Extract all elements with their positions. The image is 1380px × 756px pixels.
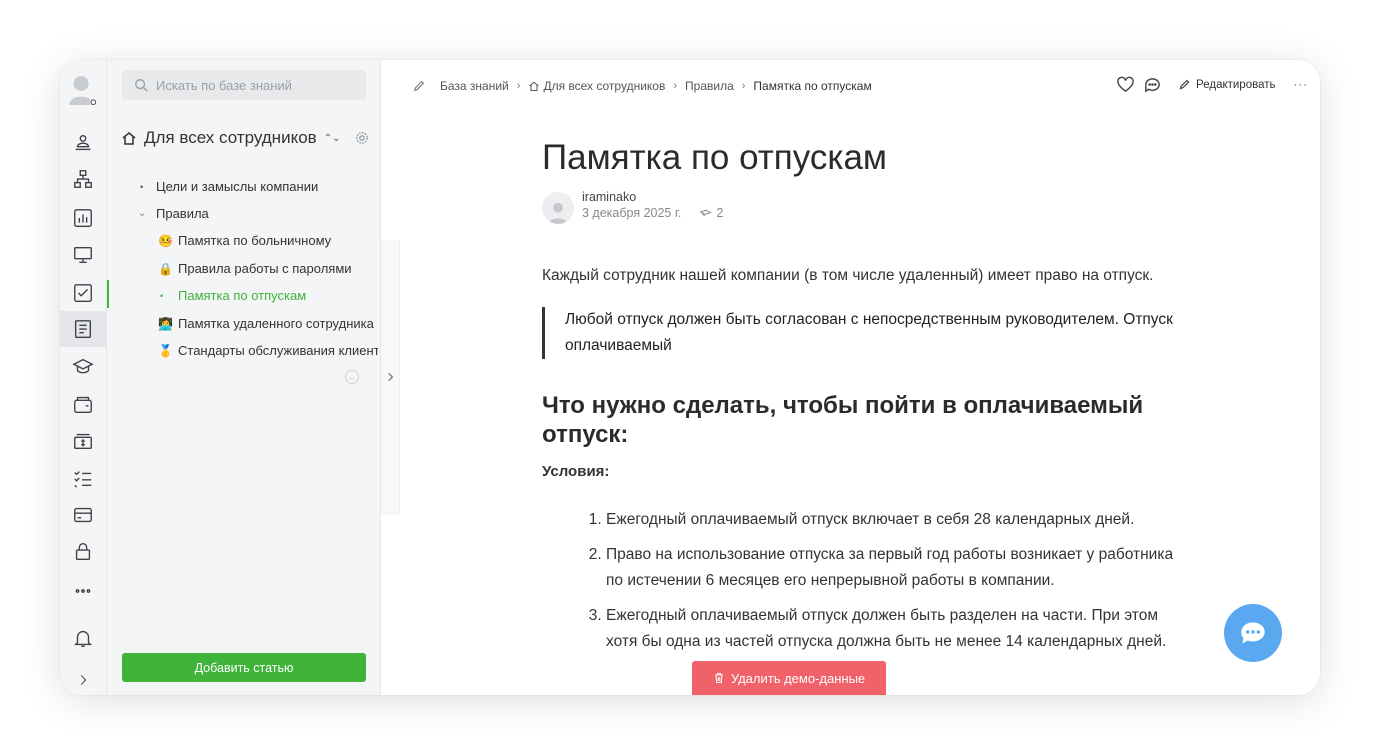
bullet-icon: • — [140, 181, 144, 192]
home-icon — [529, 81, 540, 91]
bullet-icon: • — [160, 290, 164, 301]
add-article-button[interactable]: Добавить статью — [122, 653, 366, 682]
article-title: Памятка по отпускам — [542, 138, 887, 177]
knowledge-sidebar: Искать по базе знаний Для всех сотрудник… — [107, 60, 381, 695]
article-date: 3 декабря 2025 г. — [582, 206, 682, 220]
breadcrumb-separator: › — [673, 80, 678, 92]
salary-icon[interactable] — [69, 427, 97, 455]
tree-item-sick-leave[interactable]: 🤒 Памятка по больничному — [158, 233, 331, 248]
space-selector[interactable]: Для всех сотрудников ⌃⌄ — [121, 128, 340, 148]
article-body: Каждый сотрудник нашей компании (в том ч… — [542, 263, 1182, 664]
breadcrumb-rules[interactable]: Правила — [685, 79, 734, 93]
tree-item-standards[interactable]: 🥇 Стандарты обслуживания клиент — [158, 343, 378, 358]
trash-icon — [715, 672, 723, 684]
org-structure-icon[interactable] — [69, 165, 97, 193]
delete-demo-data-button[interactable]: Удалить демо-данные — [692, 661, 886, 695]
views-icon — [699, 209, 712, 216]
tree-item-goals[interactable]: • Цели и замыслы компании — [140, 179, 318, 194]
breadcrumb-separator: › — [741, 80, 746, 92]
author-avatar[interactable] — [542, 192, 574, 224]
analytics-icon[interactable] — [69, 204, 97, 232]
more-dots-icon[interactable] — [69, 577, 97, 605]
article-heading: Что нужно сделать, чтобы пойти в оплачив… — [542, 392, 1144, 448]
edit-pencil-icon — [1179, 79, 1190, 90]
conditions-list: Ежегодный оплачиваемый отпуск включает в… — [542, 507, 1182, 655]
more-menu-icon[interactable]: ··· — [1294, 79, 1309, 91]
remote-worker-icon: 👩‍💻 — [158, 316, 173, 331]
list-item: Ежегодный оплачиваемый отпуск включает в… — [606, 507, 1182, 533]
padlock-icon: 🔒 — [158, 261, 173, 276]
chat-widget-button[interactable] — [1224, 604, 1282, 662]
education-icon[interactable] — [69, 353, 97, 381]
space-title: Для всех сотрудников — [144, 128, 317, 147]
tree-item-passwords[interactable]: 🔒 Правила работы с паролями — [158, 261, 352, 276]
edit-button[interactable]: Редактировать — [1196, 79, 1275, 91]
bell-icon[interactable] — [69, 624, 97, 652]
search-icon — [135, 79, 148, 92]
wallet-icon[interactable] — [69, 390, 97, 418]
checklist-icon[interactable] — [69, 464, 97, 492]
expand-chevron-icon[interactable] — [69, 666, 97, 694]
chevron-down-icon[interactable]: ⌄ — [138, 208, 150, 219]
heart-icon[interactable] — [1116, 75, 1135, 94]
tree-item-rules[interactable]: ⌄ Правила — [138, 206, 209, 221]
conditions-label: Условия: — [542, 463, 610, 480]
feed-icon[interactable] — [69, 129, 97, 157]
monitor-icon[interactable] — [69, 241, 97, 269]
user-silhouette-icon — [548, 202, 568, 224]
breadcrumb-all-employees[interactable]: Для всех сотрудников — [543, 79, 665, 93]
back-circle-icon[interactable]: ← — [345, 370, 359, 384]
tree-active-indicator — [107, 280, 109, 308]
icon-rail — [60, 60, 107, 695]
breadcrumb-current: Памятка по отпускам — [753, 79, 872, 93]
views-count: 2 — [716, 206, 724, 220]
tree-item-remote[interactable]: 👩‍💻 Памятка удаленного сотрудника — [158, 316, 374, 331]
list-item: Ежегодный оплачиваемый отпуск должен быт… — [606, 603, 1182, 655]
space-settings-icon[interactable] — [355, 131, 369, 150]
app-window: Искать по базе знаний Для всех сотрудник… — [60, 60, 1320, 695]
article-meta: 3 декабря 2025 г. 2 — [582, 206, 723, 220]
list-item: Право на использование отпуска за первый… — [606, 542, 1182, 594]
author-name[interactable]: iraminako — [582, 190, 723, 204]
article-intro: Каждый сотрудник нашей компании (в том ч… — [542, 267, 1154, 284]
card-icon[interactable] — [69, 501, 97, 529]
home-icon — [122, 132, 136, 145]
comment-icon[interactable] — [1143, 75, 1162, 94]
breadcrumb-knowledge-base[interactable]: База знаний — [440, 79, 509, 93]
knowledge-base-icon[interactable] — [69, 315, 97, 343]
article-panel: База знаний › Для всех сотрудников › Пра… — [382, 60, 1320, 695]
search-placeholder: Искать по базе знаний — [156, 77, 292, 93]
tree-item-vacation[interactable]: • Памятка по отпускам — [160, 288, 306, 303]
medal-icon: 🥇 — [158, 343, 173, 358]
search-input[interactable]: Искать по базе знаний — [122, 70, 366, 100]
pencil-icon[interactable] — [412, 79, 426, 93]
chat-bubble-icon — [1241, 622, 1265, 644]
lock-icon[interactable] — [69, 537, 97, 565]
breadcrumb-separator: › — [516, 80, 521, 92]
article-quote: Любой отпуск должен быть согласован с не… — [542, 307, 1182, 359]
article-toolbar: Редактировать ··· — [1116, 75, 1308, 94]
tasks-icon[interactable] — [69, 279, 97, 307]
breadcrumb: База знаний › Для всех сотрудников › Пра… — [412, 79, 872, 93]
chevron-updown-icon: ⌃⌄ — [323, 132, 341, 144]
sick-face-icon: 🤒 — [158, 233, 173, 248]
user-avatar-icon[interactable] — [67, 72, 99, 108]
article-author-block: iraminako 3 декабря 2025 г. 2 — [542, 190, 723, 224]
